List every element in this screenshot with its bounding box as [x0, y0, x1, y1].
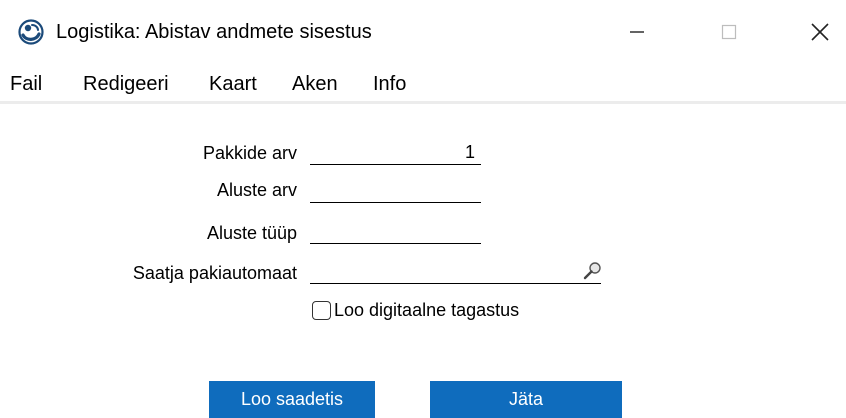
menu-item-kaart[interactable]: Kaart [209, 72, 257, 96]
pallet-type-field[interactable] [310, 222, 481, 244]
sender-parcel-locker-field[interactable] [310, 262, 601, 284]
packages-count-value: 1 [464, 142, 475, 162]
menu-item-redigeeri[interactable]: Redigeeri [83, 72, 169, 96]
pallets-count-label: Aluste arv [216, 180, 297, 200]
menu-item-fail[interactable]: Fail [10, 72, 42, 96]
minimize-button[interactable] [614, 10, 660, 54]
menu-item-aken[interactable]: Aken [292, 72, 338, 96]
maximize-button[interactable] [706, 10, 752, 54]
digital-return-label[interactable]: Loo digitaalne tagastus [334, 298, 519, 322]
maximize-icon [721, 24, 737, 40]
window-title: Logistika: Abistav andmete sisestus [56, 21, 372, 43]
app-logo-icon [18, 19, 44, 45]
create-shipment-button[interactable]: Loo saadetis [209, 381, 375, 418]
close-icon [811, 23, 829, 41]
magnifier-icon[interactable] [581, 260, 603, 282]
menu-bar: Fail Redigeeri Kaart Aken Info [0, 64, 846, 104]
packages-count-field[interactable]: 1 [310, 142, 481, 165]
title-bar[interactable]: Logistika: Abistav andmete sisestus [0, 0, 846, 64]
cancel-button[interactable]: Jäta [430, 381, 622, 418]
pallet-type-label: Aluste tüüp [206, 223, 297, 243]
sender-parcel-locker-label: Saatja pakiautomaat [132, 263, 297, 283]
digital-return-checkbox[interactable] [312, 301, 331, 320]
menu-item-info[interactable]: Info [373, 72, 406, 96]
close-button[interactable] [797, 10, 843, 54]
pallets-count-field[interactable] [310, 181, 481, 203]
packages-count-label: Pakkide arv [202, 143, 297, 163]
minimize-icon [630, 31, 644, 33]
